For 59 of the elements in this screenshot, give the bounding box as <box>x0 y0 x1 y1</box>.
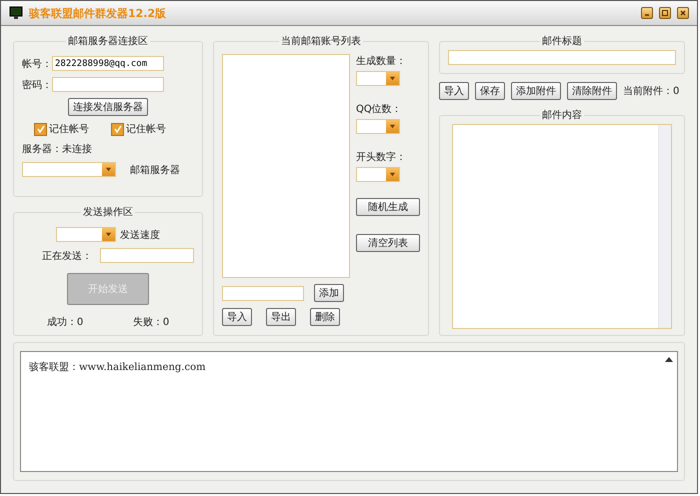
minimize-button[interactable] <box>641 7 653 19</box>
attachment-count: 当前附件：0 <box>623 84 680 98</box>
password-field[interactable] <box>52 77 164 92</box>
window-title: 骇客联盟邮件群发器12.2版 <box>29 6 166 20</box>
account-label: 帐号： <box>22 58 52 70</box>
subject-field[interactable] <box>448 50 676 65</box>
list-action-button[interactable]: 导出 <box>266 308 296 326</box>
server-dropdown[interactable] <box>22 162 116 177</box>
option-label: 开头数字： <box>356 150 406 164</box>
dropdown-arrow-icon <box>105 166 112 173</box>
mail-action-button[interactable]: 导入 <box>439 82 469 100</box>
clear-list-button[interactable]: 清空列表 <box>356 234 420 252</box>
scroll-up-icon[interactable] <box>665 356 673 362</box>
close-button[interactable] <box>677 7 689 19</box>
mail-action-button[interactable]: 清除附件 <box>567 82 617 100</box>
dropdown-arrow-icon <box>105 231 112 238</box>
option-label: 生成数量： <box>356 54 406 68</box>
group-title: 邮件标题 <box>541 34 583 48</box>
list-action-button[interactable]: 删除 <box>310 308 340 326</box>
dropdown-arrow-icon <box>389 171 396 178</box>
option-dropdown[interactable] <box>356 71 400 86</box>
mail-action-button[interactable]: 保存 <box>475 82 505 100</box>
maximize-icon <box>661 9 669 17</box>
password-label: 密码： <box>22 78 52 92</box>
close-icon <box>679 9 687 17</box>
checkbox[interactable] <box>111 122 124 136</box>
add-button[interactable]: 添加 <box>314 284 344 302</box>
group-title: 发送操作区 <box>82 206 134 219</box>
dropdown-arrow-icon <box>389 75 396 82</box>
monitor-icon <box>9 6 23 20</box>
connect-button[interactable]: 连接发信服务器 <box>68 98 148 116</box>
speed-dropdown[interactable] <box>56 227 116 242</box>
group-title: 邮件内容 <box>541 108 583 122</box>
checkbox-label: 记住帐号 <box>49 122 89 136</box>
speed-label: 发送速度 <box>120 228 160 242</box>
option-dropdown[interactable] <box>356 119 400 134</box>
sending-label: 正在发送： <box>41 250 92 262</box>
checkbox[interactable] <box>34 122 47 136</box>
random-generate-button[interactable]: 随机生成 <box>356 198 420 216</box>
account-field[interactable]: 2822288998@qq.com <box>52 56 164 71</box>
server-label: 邮箱服务器 <box>130 164 180 176</box>
success-count: 成功：0 <box>46 316 84 329</box>
sending-field[interactable] <box>100 248 194 263</box>
group-title: 邮箱服务器连接区 <box>67 34 149 48</box>
option-dropdown[interactable] <box>356 167 400 182</box>
content-field[interactable] <box>452 124 672 329</box>
account-list[interactable] <box>222 54 350 278</box>
server-status: 服务器：未连接 <box>22 142 92 156</box>
log-text: 骇客联盟：www.haikelianmeng.com <box>29 362 206 373</box>
list-action-button[interactable]: 导入 <box>222 308 252 326</box>
dropdown-arrow-icon <box>389 123 396 130</box>
add-account-field[interactable] <box>222 286 304 300</box>
checkbox-label: 记住帐号 <box>126 122 166 136</box>
group-title: 当前邮箱账号列表 <box>280 34 362 48</box>
mail-action-button[interactable]: 添加附件 <box>511 82 561 100</box>
option-label: QQ位数： <box>356 103 403 116</box>
maximize-button[interactable] <box>659 7 671 19</box>
fail-count: 失败：0 <box>132 316 170 329</box>
scrollbar[interactable] <box>658 125 671 328</box>
